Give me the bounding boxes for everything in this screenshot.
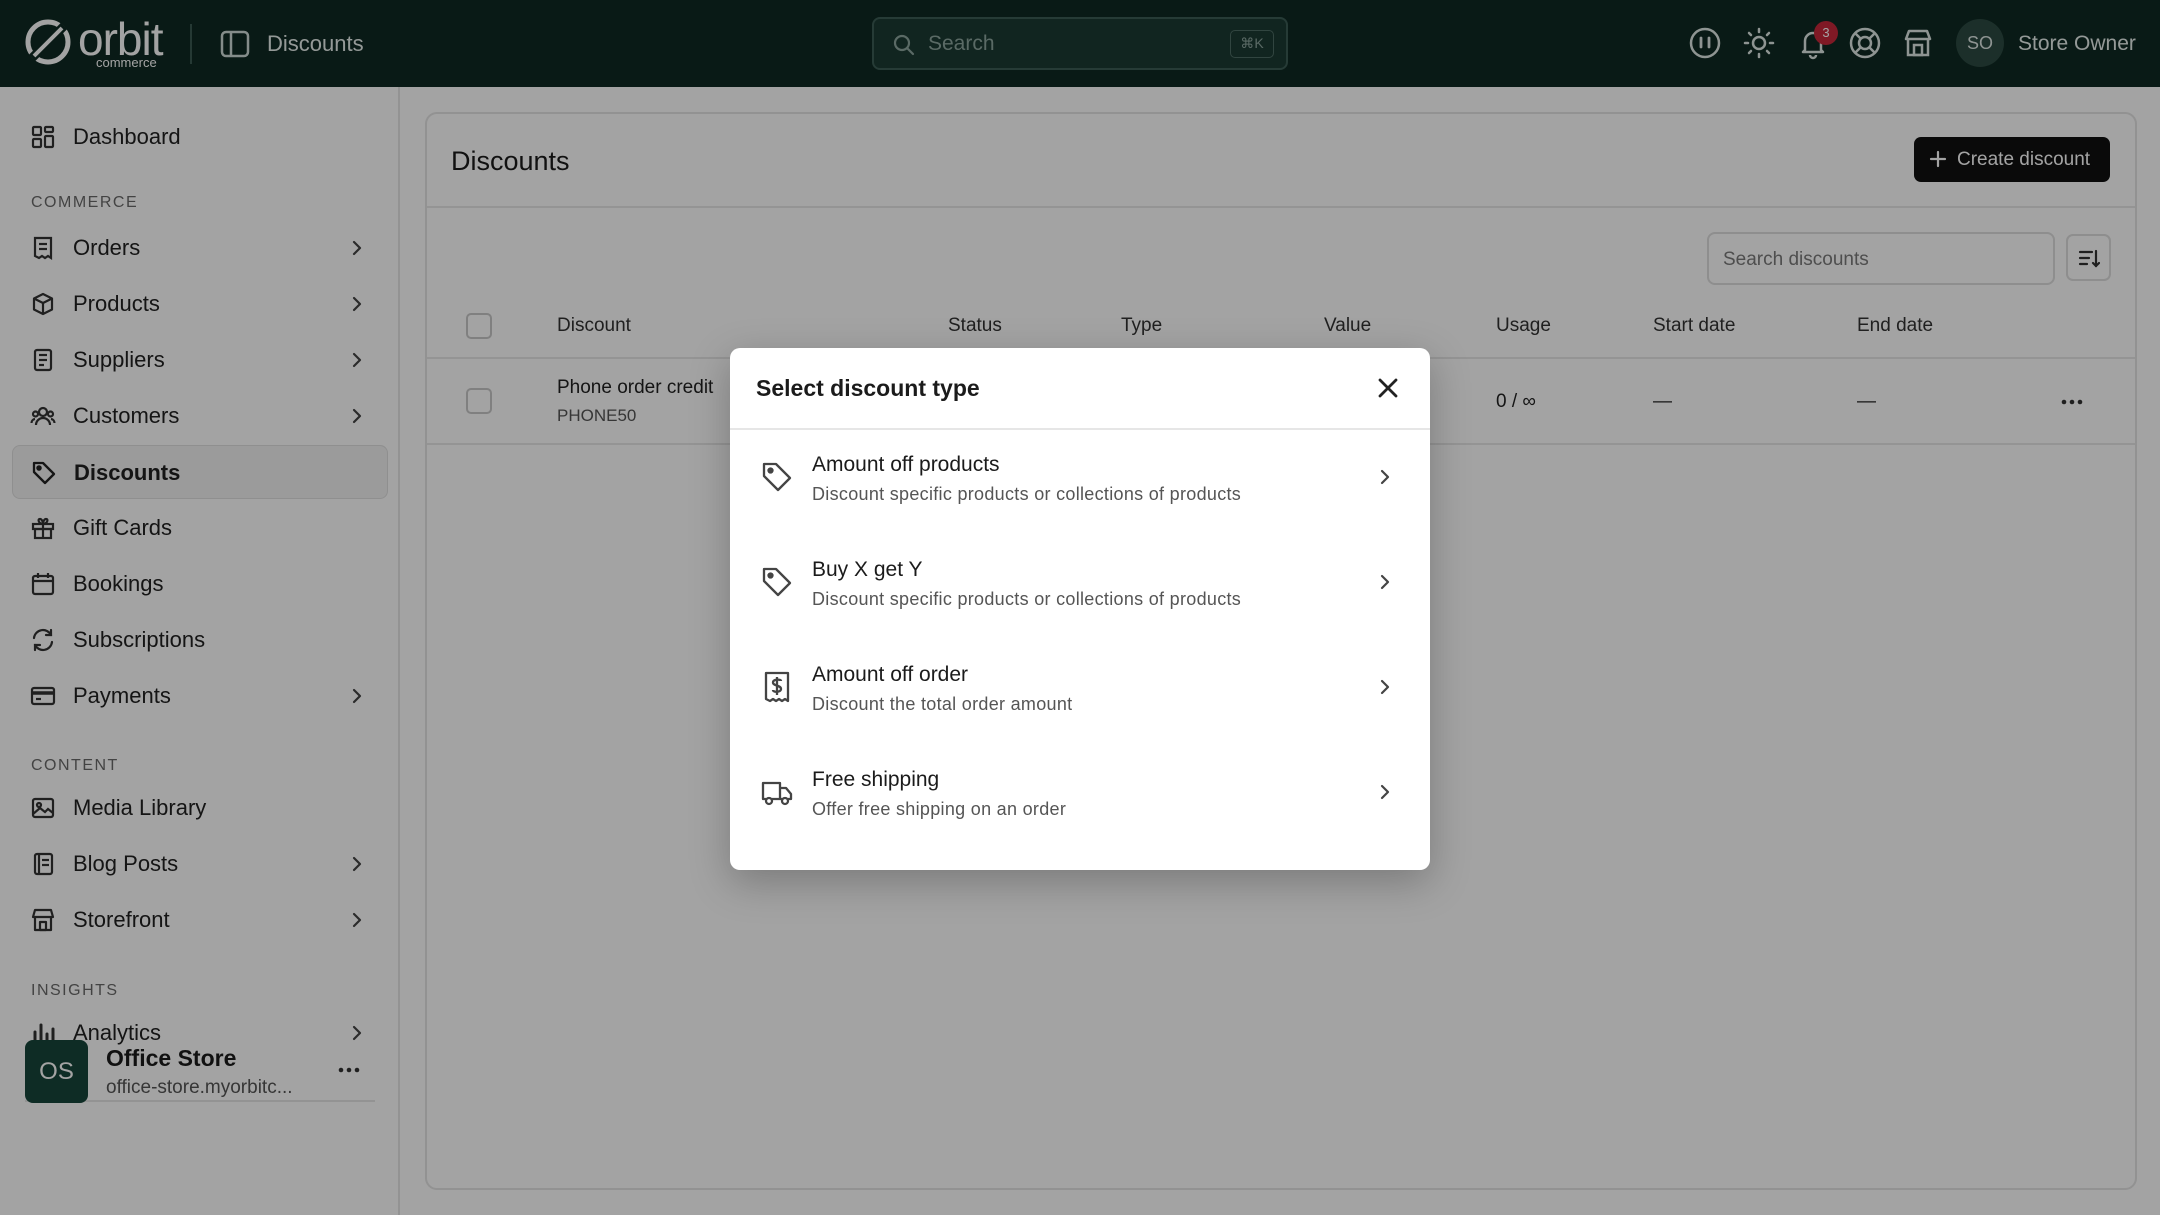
option-buy-x-get-y[interactable]: Buy X get Y Discount specific products o… <box>730 535 1430 640</box>
chevron-right-icon <box>1380 784 1390 800</box>
tag-icon <box>762 567 792 597</box>
option-description: Offer free shipping on an order <box>812 799 1067 819</box>
option-free-shipping[interactable]: Free shipping Offer free shipping on an … <box>730 745 1430 850</box>
chevron-right-icon <box>1380 574 1390 590</box>
option-description: Discount specific products or collection… <box>812 484 1242 504</box>
tag-icon <box>762 462 792 492</box>
option-description: Discount specific products or collection… <box>812 589 1242 609</box>
chevron-right-icon <box>1380 469 1390 485</box>
select-discount-type-dialog: Select discount type Amount off products… <box>730 348 1430 870</box>
option-title: Amount off order <box>812 663 969 686</box>
chevron-right-icon <box>1380 679 1390 695</box>
option-title: Amount off products <box>812 453 1000 476</box>
option-description: Discount the total order amount <box>812 694 1073 714</box>
option-title: Buy X get Y <box>812 558 923 581</box>
truck-icon <box>761 781 793 806</box>
dialog-title: Select discount type <box>756 375 980 401</box>
close-icon[interactable] <box>1374 374 1402 402</box>
option-amount-off-products[interactable]: Amount off products Discount specific pr… <box>730 430 1430 535</box>
option-title: Free shipping <box>812 768 940 791</box>
option-amount-off-order[interactable]: Amount off order Discount the total orde… <box>730 640 1430 745</box>
receipt-dollar-icon <box>764 671 790 703</box>
